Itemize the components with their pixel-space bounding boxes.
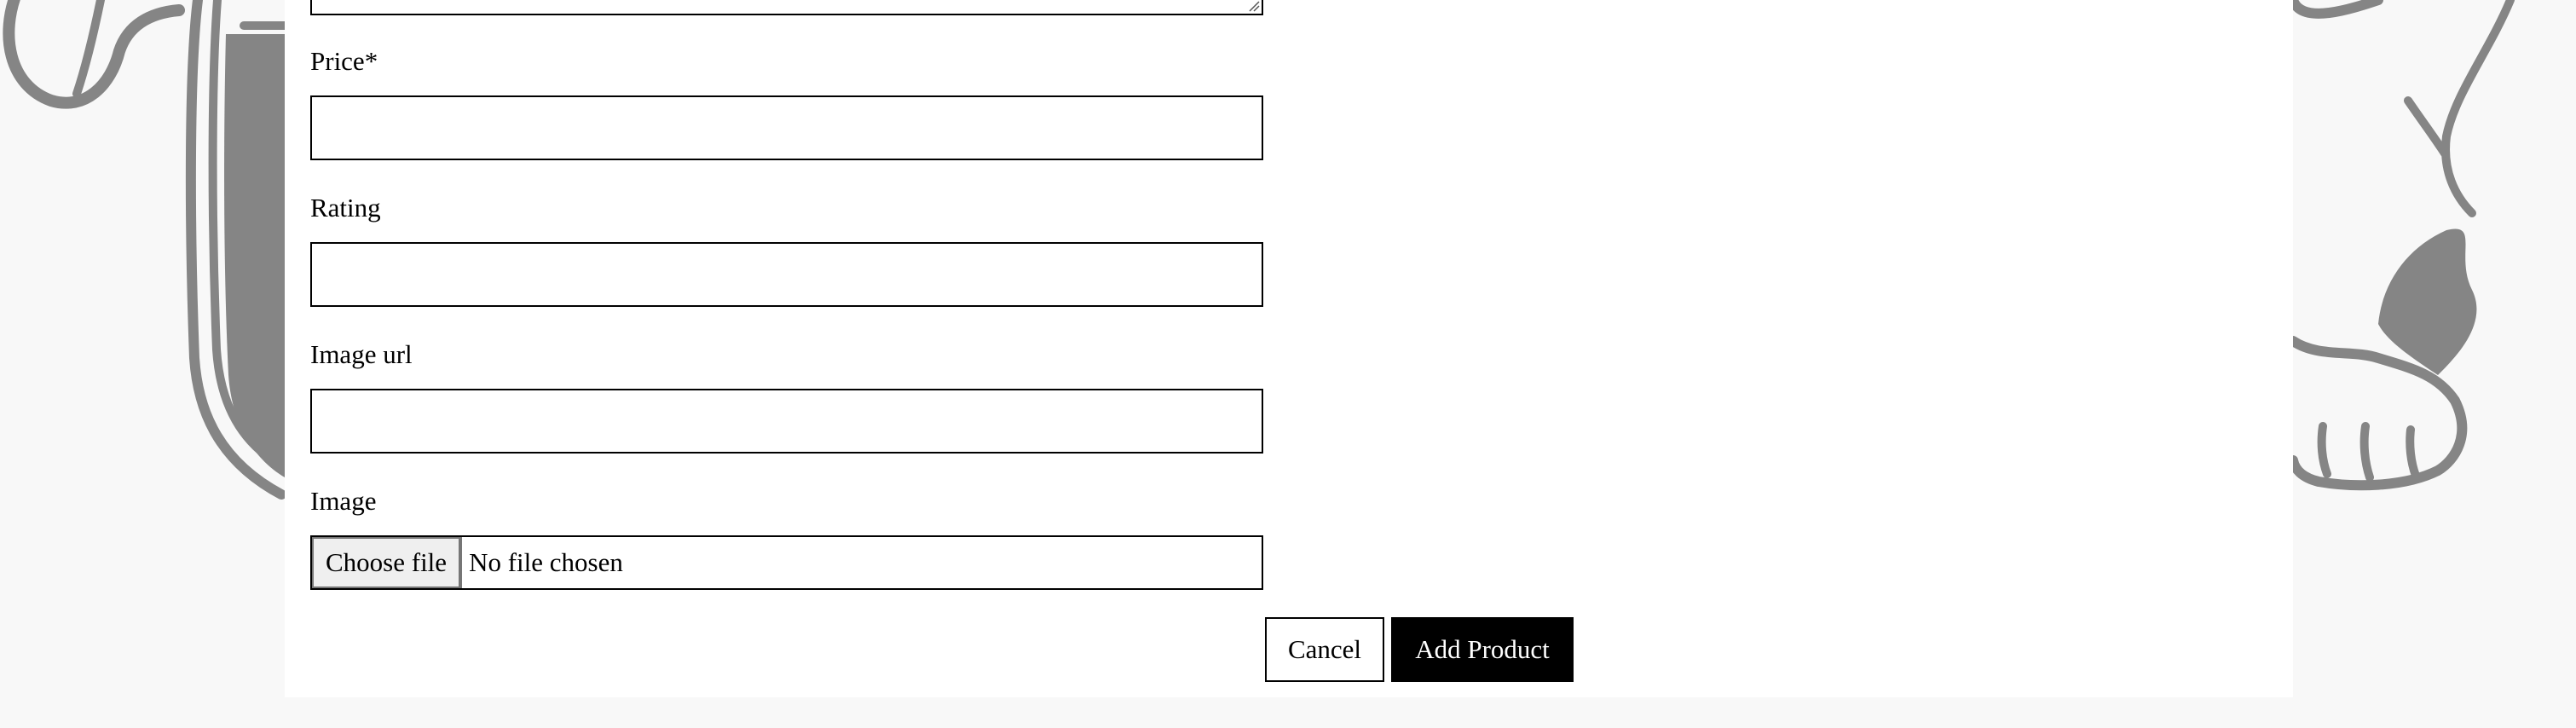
cancel-button[interactable]: Cancel [1265,617,1384,682]
price-input[interactable] [310,95,1263,160]
cat-paw-fill [2378,228,2477,375]
rating-label: Rating [310,193,381,222]
price-label: Price* [310,46,378,76]
file-status-text: No file chosen [469,547,623,577]
description-textarea[interactable] [310,0,1263,15]
page: Price* Rating Image url Image Choose fil… [0,0,2576,728]
image-url-label: Image url [310,339,413,369]
rating-input[interactable] [310,242,1263,307]
resize-grip-icon[interactable] [1248,0,1260,12]
image-url-input[interactable] [310,389,1263,454]
add-product-button[interactable]: Add Product [1391,617,1574,682]
choose-file-button[interactable]: Choose file [312,537,463,588]
image-label: Image [310,486,377,516]
image-file-input[interactable]: Choose file No file chosen [310,535,1263,590]
cat-paw-icon [2288,0,2515,491]
